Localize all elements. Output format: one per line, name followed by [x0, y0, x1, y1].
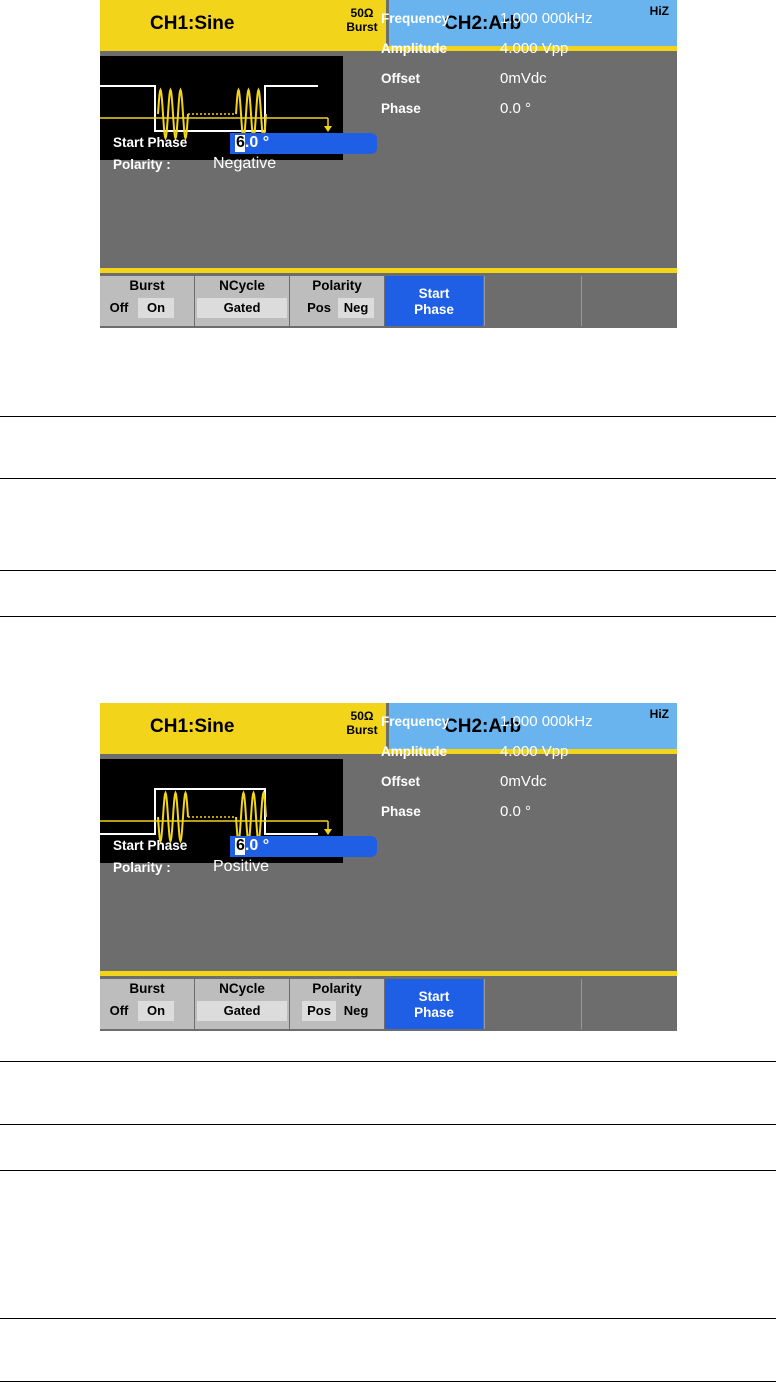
- param-label: Amplitude: [381, 41, 447, 56]
- polarity-softkey[interactable]: Polarity Pos Neg: [290, 979, 385, 1029]
- param-label: Phase: [381, 101, 421, 116]
- param-label: Frequency: [381, 714, 450, 729]
- burst-softkey[interactable]: Burst Off On: [100, 276, 195, 326]
- start-phase-softkey-label: Start Phase: [414, 989, 454, 1020]
- page-divider: [0, 570, 776, 571]
- start-phase-label: Start Phase: [113, 838, 188, 853]
- ch1-header[interactable]: CH1:Sine 50Ω Burst: [100, 0, 386, 46]
- page-divider: [0, 1318, 776, 1319]
- start-phase-softkey[interactable]: Start Phase: [385, 276, 484, 326]
- ncycle-softkey[interactable]: NCycle Gated: [195, 276, 290, 326]
- param-label: Frequency: [381, 11, 450, 26]
- burst-on-option: On: [138, 1001, 174, 1021]
- polarity-value: Negative: [213, 155, 277, 172]
- start-phase-value: .0 °: [244, 134, 270, 151]
- polarity-pos-option: Pos: [302, 1001, 336, 1021]
- yellow-separator: [100, 971, 677, 976]
- ncycle-softkey-label: NCycle: [219, 278, 265, 293]
- param-value[interactable]: 0.0 °: [500, 100, 531, 117]
- polarity-softkey[interactable]: Polarity Pos Neg: [290, 276, 385, 326]
- polarity-pos-option: Pos: [307, 300, 331, 315]
- sine-burst: [235, 790, 267, 844]
- polarity-value: Positive: [213, 858, 270, 875]
- polarity-softkey-label: Polarity: [312, 278, 362, 293]
- param-value[interactable]: 0mVdc: [500, 773, 547, 790]
- start-phase-value: .0 °: [244, 837, 270, 854]
- burst-off-option: Off: [109, 300, 129, 315]
- generator-screen: CH1:Sine 50Ω Burst CH2:Arb HiZ Frequency…: [100, 0, 677, 328]
- cursor-digit: 6: [236, 134, 245, 151]
- empty-softkey[interactable]: [581, 979, 677, 1029]
- mode-label: Burst: [346, 723, 378, 737]
- start-phase-softkey[interactable]: Start Phase: [385, 979, 484, 1029]
- mode-label: Burst: [346, 20, 378, 34]
- empty-softkey[interactable]: [484, 276, 582, 326]
- start-phase-label: Start Phase: [113, 135, 188, 150]
- start-phase-softkey-label: Start Phase: [414, 286, 454, 317]
- param-value[interactable]: 4.000 Vpp: [500, 40, 568, 57]
- param-value[interactable]: 0mVdc: [500, 70, 547, 87]
- page-divider: [0, 616, 776, 617]
- sine-burst: [157, 790, 189, 844]
- load-impedance: 50Ω: [350, 6, 374, 20]
- ncycle-softkey[interactable]: NCycle Gated: [195, 979, 290, 1029]
- polarity-label: Polarity :: [113, 157, 171, 172]
- page-divider: [0, 416, 776, 417]
- burst-softkey[interactable]: Burst Off On: [100, 979, 195, 1029]
- trigger-arrow-icon: [324, 126, 332, 132]
- polarity-neg-option: Neg: [338, 298, 374, 318]
- page-divider: [0, 478, 776, 479]
- page-divider: [0, 1124, 776, 1125]
- yellow-separator: [100, 268, 677, 273]
- param-value[interactable]: 1.000 000kHz: [500, 10, 593, 27]
- ch1-title: CH1:Sine: [150, 716, 235, 737]
- ch1-load-status: 50Ω Burst: [339, 709, 385, 737]
- softkey-bar: Burst Off On NCycle Gated Polarity Pos N…: [100, 979, 677, 1031]
- softkey-bar: Burst Off On NCycle Gated Polarity Pos N…: [100, 276, 677, 328]
- page-divider: [0, 1170, 776, 1171]
- param-value[interactable]: 4.000 Vpp: [500, 743, 568, 760]
- page-divider: [0, 1061, 776, 1062]
- gated-option: Gated: [197, 1001, 287, 1021]
- polarity-neg-option: Neg: [343, 1003, 369, 1018]
- ch2-load: HiZ: [649, 707, 669, 721]
- empty-softkey[interactable]: [484, 979, 582, 1029]
- generator-screen: CH1:Sine 50Ω Burst CH2:Arb HiZ Frequency…: [100, 703, 677, 1031]
- start-phase-input[interactable]: 6.0 °: [230, 133, 377, 154]
- param-value[interactable]: 0.0 °: [500, 803, 531, 820]
- ch1-header[interactable]: CH1:Sine 50Ω Burst: [100, 703, 386, 749]
- start-phase-input[interactable]: 6.0 °: [230, 836, 377, 857]
- ncycle-softkey-label: NCycle: [219, 981, 265, 996]
- burst-off-option: Off: [109, 1003, 129, 1018]
- gate-signal-line: [100, 788, 318, 835]
- burst-softkey-label: Burst: [129, 981, 165, 996]
- cursor-digit: 6: [236, 837, 245, 854]
- param-value[interactable]: 1.000 000kHz: [500, 713, 593, 730]
- burst-softkey-label: Burst: [129, 278, 165, 293]
- ch2-load: HiZ: [649, 4, 669, 18]
- param-label: Offset: [381, 774, 421, 789]
- ch1-load-status: 50Ω Burst: [339, 6, 385, 34]
- param-label: Offset: [381, 71, 421, 86]
- param-label: Amplitude: [381, 744, 447, 759]
- trigger-arrow-icon: [324, 829, 332, 835]
- ch1-title: CH1:Sine: [150, 13, 235, 34]
- gated-option: Gated: [197, 298, 287, 318]
- polarity-label: Polarity :: [113, 860, 171, 875]
- empty-softkey[interactable]: [581, 276, 677, 326]
- gate-signal-line: [100, 85, 318, 132]
- burst-on-option: On: [138, 298, 174, 318]
- load-impedance: 50Ω: [350, 709, 374, 723]
- param-label: Phase: [381, 804, 421, 819]
- polarity-softkey-label: Polarity: [312, 981, 362, 996]
